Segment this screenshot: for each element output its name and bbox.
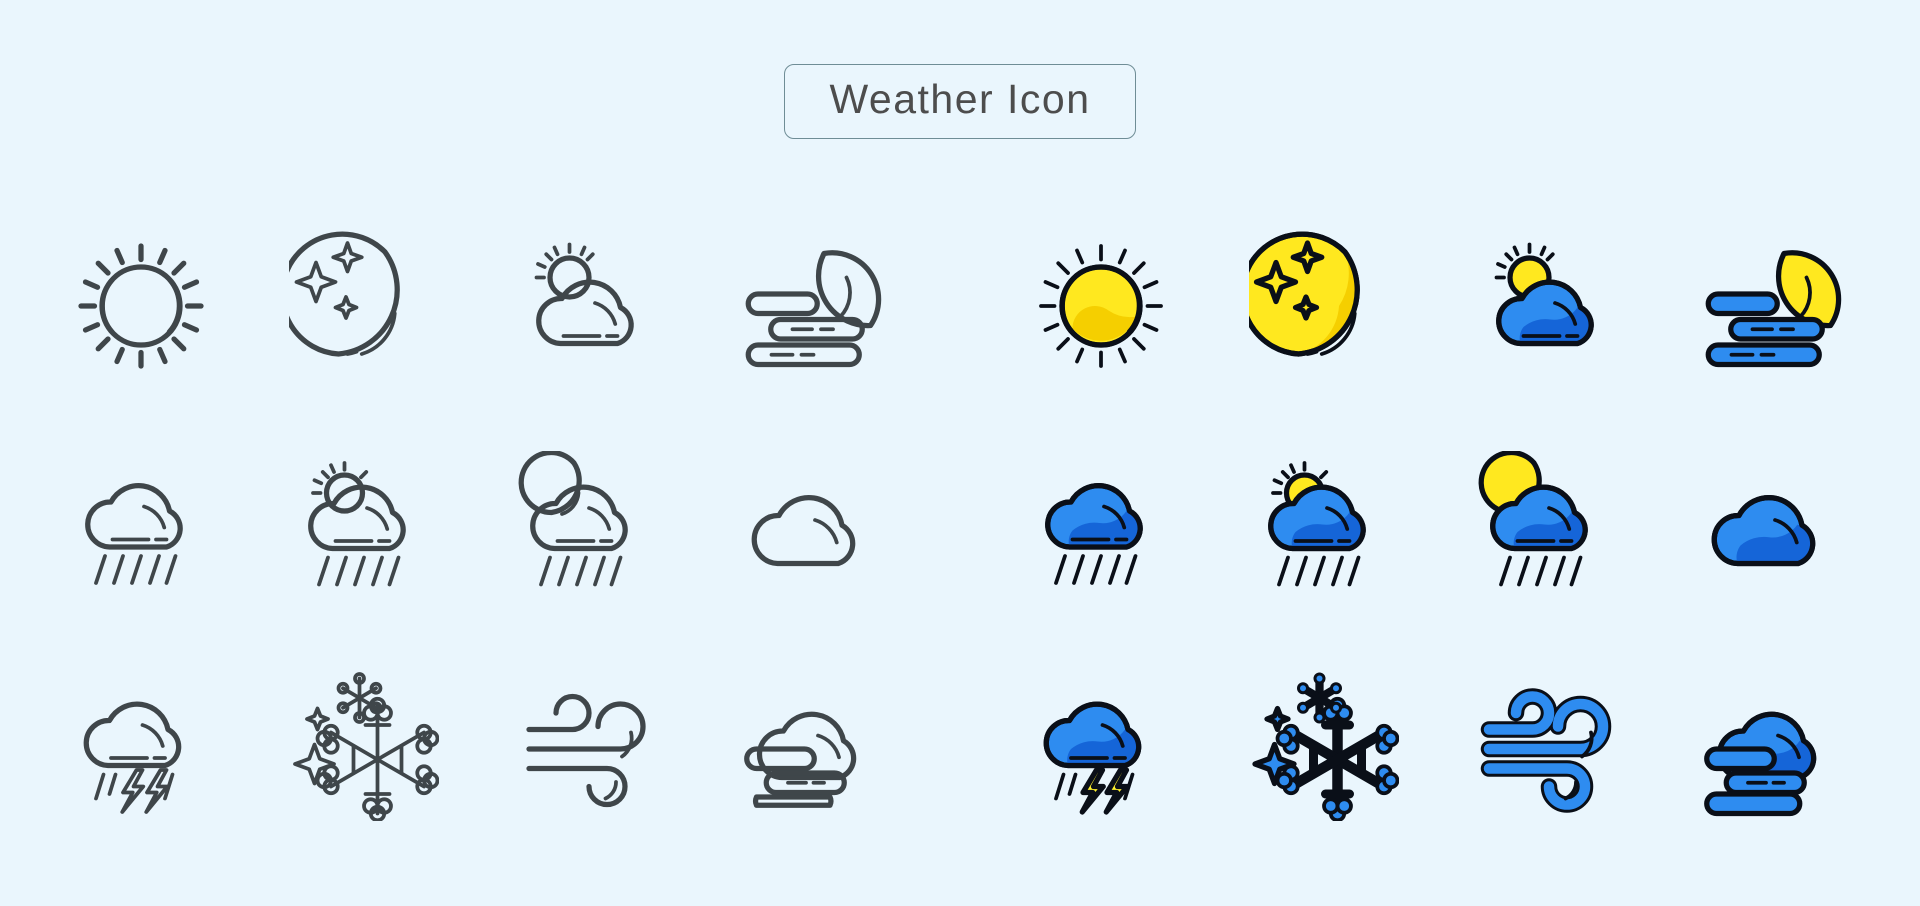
icon-cell-fog-outline[interactable]: [698, 636, 921, 856]
moon-fog-icon: [745, 250, 881, 368]
moon-fog-icon: [1705, 250, 1841, 368]
cloud-icon: [1711, 494, 1816, 567]
icon-cell-thunderstorm-colored[interactable]: [990, 636, 1213, 856]
title-bar: Weather Icon: [0, 64, 1920, 139]
moon-stars-icon: [288, 231, 400, 357]
icon-cell-fog-colored[interactable]: [1658, 636, 1881, 856]
icon-cell-snowflake-outline[interactable]: [253, 636, 476, 856]
thunderstorm-icon: [1043, 701, 1142, 815]
sun-icon: [78, 243, 204, 369]
icon-cell-wind-colored[interactable]: [1435, 636, 1658, 856]
icon-cell-thunderstorm-outline[interactable]: [30, 636, 253, 856]
fog-icon: [1703, 711, 1816, 817]
icon-sets: [0, 196, 1920, 856]
sun-rain-icon: [1267, 461, 1366, 587]
cloud-icon: [751, 494, 856, 567]
wind-icon: [526, 693, 646, 808]
icon-cell-rain-outline[interactable]: [30, 416, 253, 636]
sun-cloud-icon: [534, 242, 635, 347]
sun-cloud-icon: [1494, 242, 1595, 347]
colored-icon-grid: [960, 196, 1920, 856]
rain-icon: [85, 483, 184, 585]
icon-cell-moon-fog-outline[interactable]: [698, 196, 921, 416]
icon-cell-rain-colored[interactable]: [990, 416, 1213, 636]
icon-cell-wind-outline[interactable]: [475, 636, 698, 856]
moon-rain-icon: [518, 451, 629, 587]
rain-icon: [1045, 483, 1144, 585]
snowflake-icon: [1252, 672, 1399, 821]
icon-cell-sun-outline[interactable]: [30, 196, 253, 416]
fog-icon: [743, 711, 856, 808]
icon-cell-snowflake-colored[interactable]: [1213, 636, 1436, 856]
page-title: Weather Icon: [784, 64, 1136, 139]
icon-cell-moon-stars-outline[interactable]: [253, 196, 476, 416]
icon-cell-moon-rain-outline[interactable]: [475, 416, 698, 636]
icon-cell-sun-cloud-colored[interactable]: [1435, 196, 1658, 416]
icon-cell-cloud-colored[interactable]: [1658, 416, 1881, 636]
wind-icon: [1481, 688, 1612, 813]
moon-stars-icon: [1248, 231, 1360, 357]
icon-cell-sun-rain-outline[interactable]: [253, 416, 476, 636]
sun-icon: [1039, 244, 1164, 368]
icon-cell-moon-fog-colored[interactable]: [1658, 196, 1881, 416]
icon-cell-sun-cloud-outline[interactable]: [475, 196, 698, 416]
outline-icon-grid: [0, 196, 960, 856]
icon-cell-moon-rain-colored[interactable]: [1435, 416, 1658, 636]
icon-cell-sun-rain-colored[interactable]: [1213, 416, 1436, 636]
thunderstorm-icon: [83, 701, 182, 814]
snowflake-icon: [292, 672, 439, 821]
icon-cell-cloud-outline[interactable]: [698, 416, 921, 636]
moon-rain-icon: [1478, 451, 1589, 587]
icon-cell-moon-stars-colored[interactable]: [1213, 196, 1436, 416]
icon-cell-sun-colored[interactable]: [990, 196, 1213, 416]
sun-rain-icon: [307, 461, 406, 587]
